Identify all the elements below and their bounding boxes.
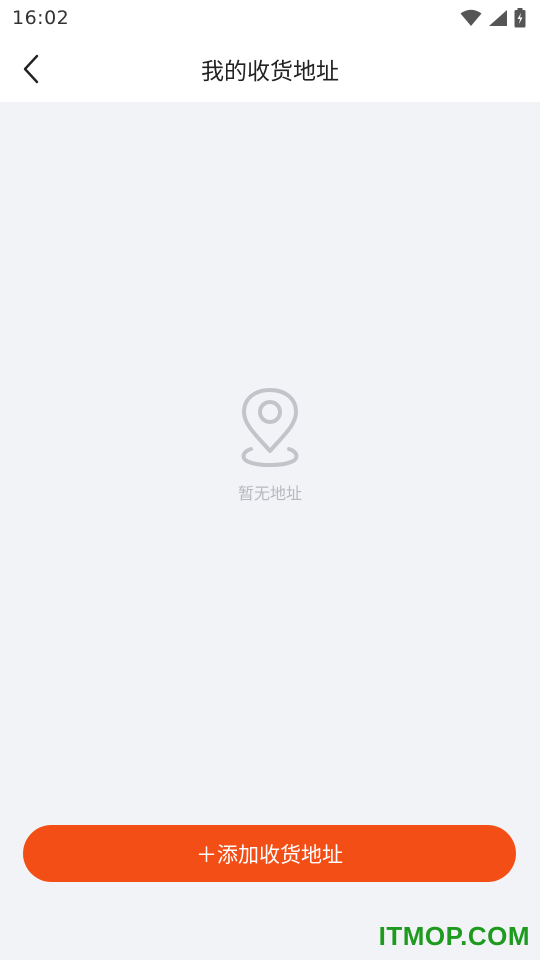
- nav-bar: 我的收货地址: [0, 36, 540, 102]
- watermark: ITMOP.COM: [378, 921, 530, 951]
- battery-charging-icon: [514, 8, 526, 28]
- location-pin-icon: [241, 388, 299, 467]
- empty-state: 暂无地址: [0, 388, 540, 504]
- status-bar: 16:02: [0, 0, 540, 36]
- signal-icon: [489, 10, 507, 26]
- chevron-left-icon: [23, 54, 39, 84]
- status-icons: [460, 8, 526, 28]
- add-address-button[interactable]: ＋添加收货地址: [23, 825, 516, 882]
- status-time: 16:02: [12, 7, 70, 29]
- page-title: 我的收货地址: [201, 59, 339, 85]
- empty-state-text: 暂无地址: [237, 484, 302, 503]
- back-button[interactable]: [14, 50, 50, 88]
- wifi-icon: [460, 9, 482, 26]
